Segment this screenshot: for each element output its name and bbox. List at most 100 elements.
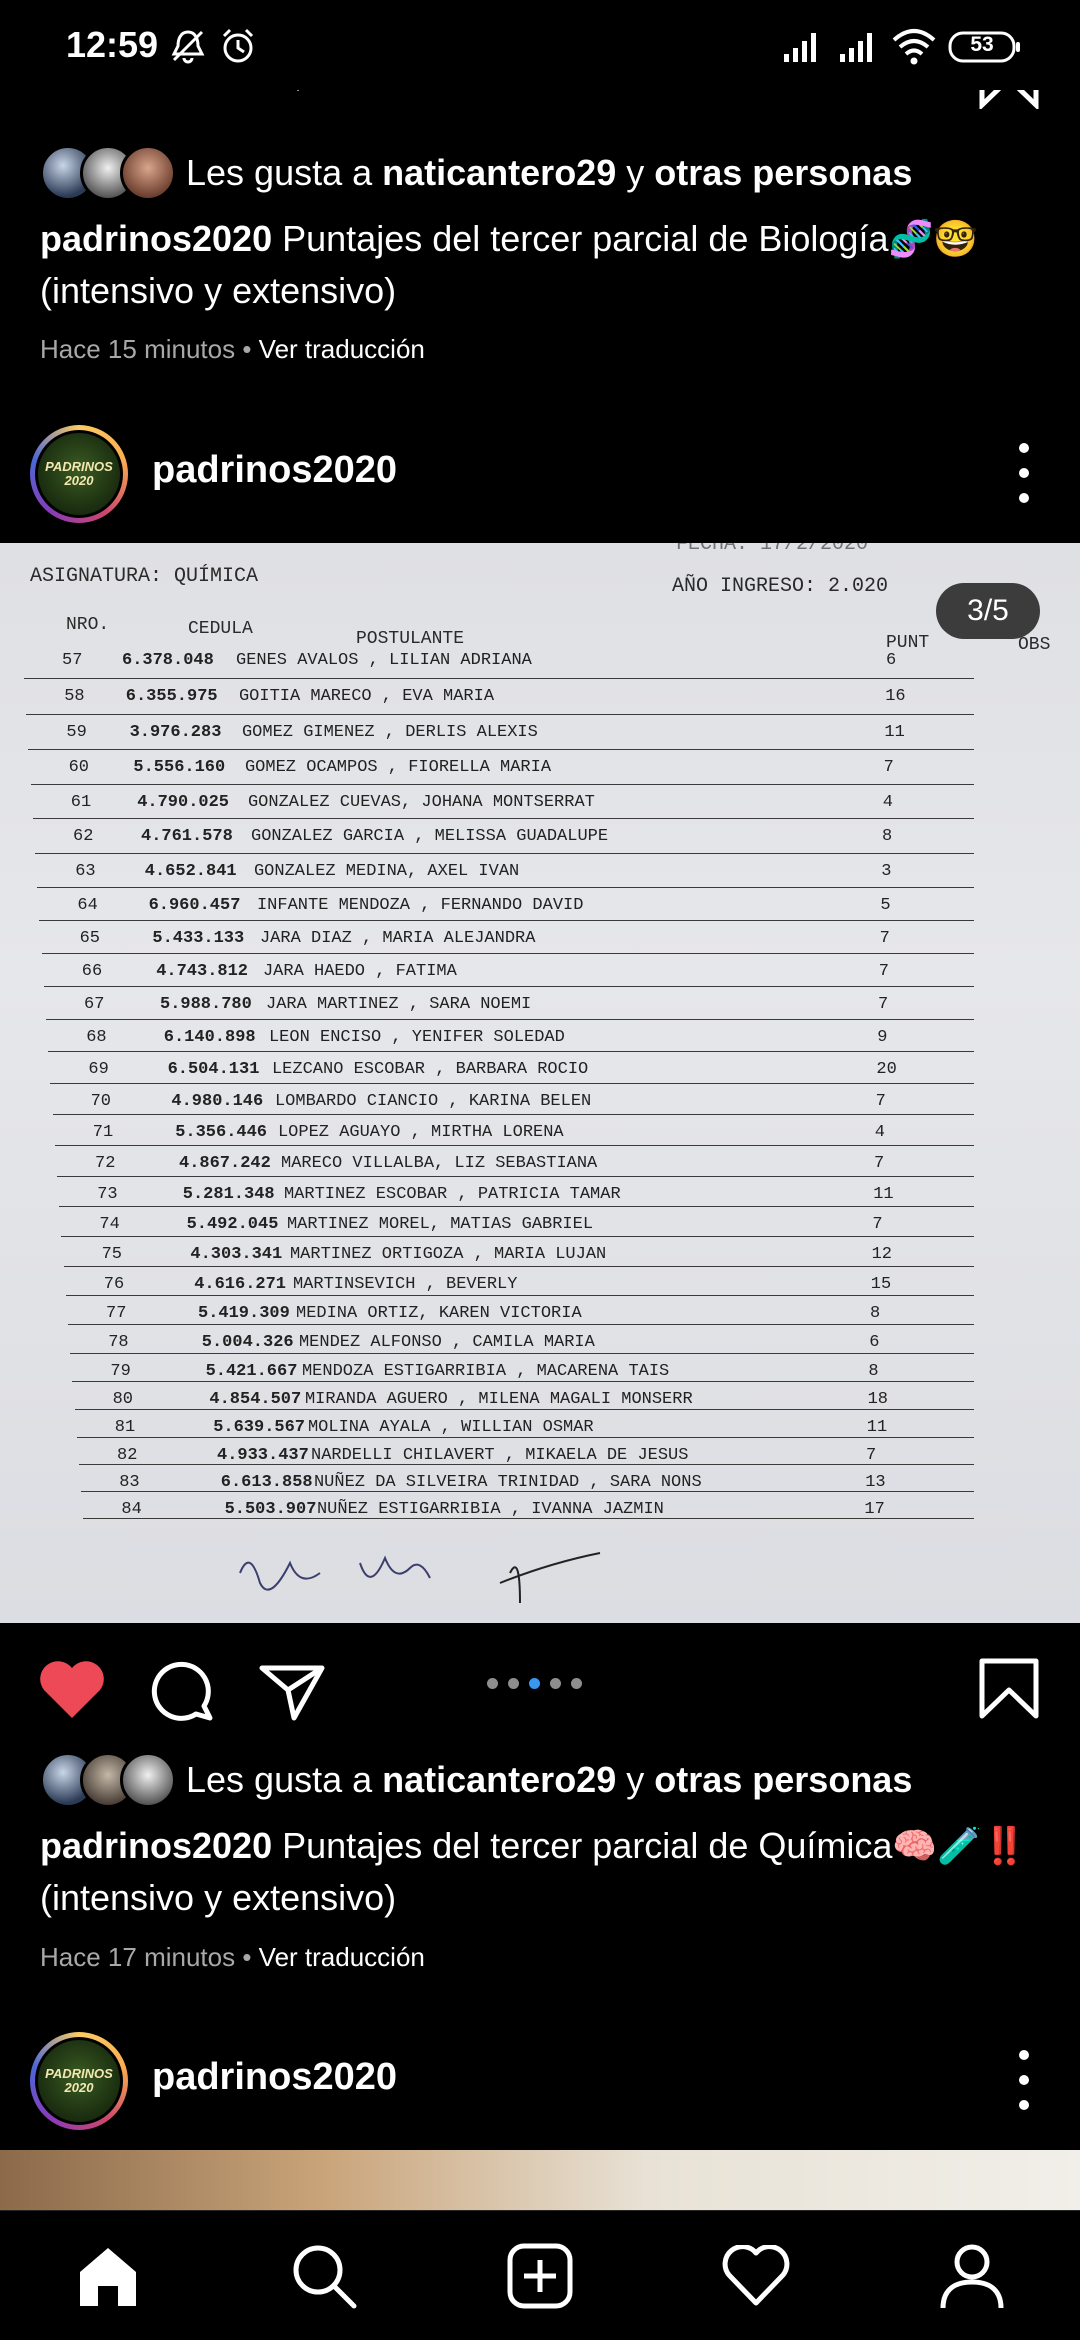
table-row: 57 6.378.048 GENES AVALOS , LILIAN ADRIANA… (24, 643, 974, 679)
likes-user[interactable]: naticantero29 (382, 1759, 616, 1801)
nav-activity[interactable] (711, 2231, 801, 2321)
cell-points: 4 (874, 1123, 885, 1143)
likes-others[interactable]: otras personas (654, 152, 912, 194)
post-photo[interactable]: ASIGNATURA: QUÍMICA FECHA: 17/2/2020 AÑO… (0, 543, 1080, 1623)
cell-cedula: 5.356.446 (175, 1123, 268, 1143)
cell-cedula: 4.761.578 (141, 827, 233, 847)
cell-cedula: 5.281.348 (182, 1184, 275, 1204)
table-row: 73 5.281.348 MARTINEZ ESCOBAR , PATRICIA T… (59, 1177, 974, 1208)
table-row: 63 4.652.841 GONZALEZ MEDINA, AXEL IVAN 3 (37, 854, 974, 888)
table-row: 82 4.933.437 NARDELLI CHILAVERT , MIKAELA … (79, 1438, 974, 1466)
heart-filled-icon[interactable] (36, 1658, 108, 1722)
cell-cedula: 4.854.507 (209, 1390, 302, 1410)
table-row: 77 5.419.309 MEDINA ORTIZ, KAREN VICTORIA 8 (68, 1296, 974, 1326)
cell-name: JARA HAEDO , FATIMA (262, 962, 457, 982)
nav-home[interactable] (63, 2231, 153, 2321)
table-row: 64 6.960.457 INFANTE MENDOZA , FERNANDO DA… (39, 888, 974, 922)
liker-avatars (40, 1752, 176, 1808)
cell-cedula: 4.743.812 (156, 962, 249, 982)
cell-points: 16 (885, 687, 906, 706)
cell-cedula: 4.980.146 (171, 1091, 264, 1111)
cell-cedula: 6.140.898 (163, 1027, 256, 1047)
cell-points: 8 (870, 1304, 881, 1324)
bookmark-icon[interactable] (978, 1658, 1040, 1720)
table-row: 66 4.743.812 JARA HAEDO , FATIMA 7 (43, 954, 974, 988)
cell-nro: 69 (88, 1059, 109, 1079)
avatar[interactable]: PADRINOS 2020 (30, 2032, 128, 2130)
table-row: 59 3.976.283 GOMEZ GIMENEZ , DERLIS ALEXIS… (28, 715, 974, 750)
caption-username[interactable]: padrinos2020 (40, 1825, 272, 1866)
cell-nro: 60 (68, 757, 89, 777)
more-options-icon[interactable] (1018, 2050, 1030, 2110)
cell-points: 7 (879, 929, 890, 949)
cell-name: LEZCANO ESCOBAR , BARBARA ROCIO (271, 1059, 589, 1079)
cell-name: MARTINEZ MOREL, MATIAS GABRIEL (286, 1215, 594, 1235)
cell-cedula: 4.303.341 (190, 1245, 283, 1265)
time-ago: Hace 15 minutos (40, 334, 236, 364)
mute-icon (171, 30, 205, 64)
cell-cedula: 4.616.271 (194, 1275, 287, 1295)
cell-cedula: 5.492.045 (186, 1215, 279, 1235)
likes-prefix: Les gusta a (186, 1759, 383, 1800)
cell-nro: 81 (114, 1418, 136, 1438)
post1-likes[interactable]: Les gusta a naticantero29 y otras person… (40, 145, 912, 201)
account-logo: PADRINOS 2020 (38, 433, 120, 515)
cell-nro: 79 (110, 1362, 131, 1382)
cell-cedula: 5.556.160 (133, 757, 226, 777)
likes-joiner: y (616, 152, 655, 193)
cell-name: GOITIA MARECO , EVA MARIA (238, 687, 495, 706)
cell-points: 8 (868, 1362, 879, 1382)
cell-points: 17 (864, 1499, 885, 1519)
cell-cedula: 4.867.242 (179, 1154, 271, 1174)
heart-icon (722, 2244, 790, 2305)
post2-caption: padrinos2020 Puntajes del tercer parcial… (40, 1820, 1040, 1924)
battery-level: 53 (970, 33, 994, 56)
cell-name: JARA DIAZ , MARIA ALEJANDRA (259, 929, 536, 949)
cell-nro: 66 (81, 962, 103, 982)
table-row: 80 4.854.507 MIRANDA AGUERO , MILENA MAGAL… (74, 1382, 974, 1411)
status-bar: 12:59 53 (0, 0, 1080, 90)
cell-nro: 71 (92, 1123, 114, 1143)
cell-points: 7 (878, 995, 889, 1015)
cell-name: LOPEZ AGUAYO , MIRTHA LORENA (277, 1123, 564, 1143)
doc-subject: ASIGNATURA: QUÍMICA (30, 565, 259, 588)
comment-icon[interactable] (150, 1660, 216, 1726)
cell-nro: 59 (66, 722, 87, 742)
cell-points: 7 (883, 757, 894, 777)
avatar[interactable]: PADRINOS 2020 (30, 425, 128, 523)
cell-cedula: 4.790.025 (137, 792, 230, 812)
post2-likes[interactable]: Les gusta a naticantero29 y otras person… (40, 1752, 912, 1808)
table-row: 58 6.355.975 GOITIA MARECO , EVA MARIA 16 (26, 679, 974, 715)
cell-nro: 62 (73, 827, 94, 847)
post2-actions (0, 1640, 1080, 1730)
caption-username[interactable]: padrinos2020 (40, 218, 272, 259)
cell-name: MARTINEZ ESCOBAR , PATRICIA TAMAR (283, 1184, 621, 1204)
table-row: 76 4.616.271 MARTINSEVICH , BEVERLY 15 (65, 1267, 974, 1297)
translate-link[interactable]: Ver traducción (259, 334, 425, 364)
post-photo[interactable] (0, 2150, 1080, 2210)
doc-header-nro: NRO. (66, 615, 110, 635)
likes-prefix: Les gusta a (186, 152, 383, 193)
cell-cedula: 6.613.858 (220, 1473, 313, 1493)
profile-icon (940, 2244, 1004, 2308)
share-icon[interactable] (258, 1662, 328, 1722)
nav-search[interactable] (279, 2231, 369, 2321)
meta-separator: • (235, 334, 259, 364)
table-row: 83 6.613.858 NUÑEZ DA SILVEIRA TRINIDAD , … (81, 1465, 974, 1492)
translate-link[interactable]: Ver traducción (259, 1942, 425, 1972)
table-row: 62 4.761.578 GONZALEZ GARCIA , MELISSA GUA… (35, 819, 974, 854)
post2-header: PADRINOS 2020 padrinos2020 (0, 417, 1080, 527)
nav-create[interactable] (495, 2231, 585, 2321)
post-username[interactable]: padrinos2020 (152, 2056, 397, 2099)
cell-nro: 73 (97, 1184, 118, 1204)
table-row: 61 4.790.025 GONZALEZ CUEVAS, JOHANA MONTS… (32, 785, 974, 820)
cell-name: MARECO VILLALBA, LIZ SEBASTIANA (281, 1154, 598, 1174)
more-options-icon[interactable] (1018, 443, 1030, 503)
cell-nro: 57 (62, 651, 83, 670)
post-username[interactable]: padrinos2020 (152, 449, 397, 492)
document-photo: ASIGNATURA: QUÍMICA FECHA: 17/2/2020 AÑO… (0, 543, 1080, 1623)
likes-others[interactable]: otras personas (654, 1759, 912, 1801)
nav-profile[interactable] (927, 2231, 1017, 2321)
logo-text: 2020 (64, 2080, 94, 2095)
likes-user[interactable]: naticantero29 (382, 152, 616, 194)
